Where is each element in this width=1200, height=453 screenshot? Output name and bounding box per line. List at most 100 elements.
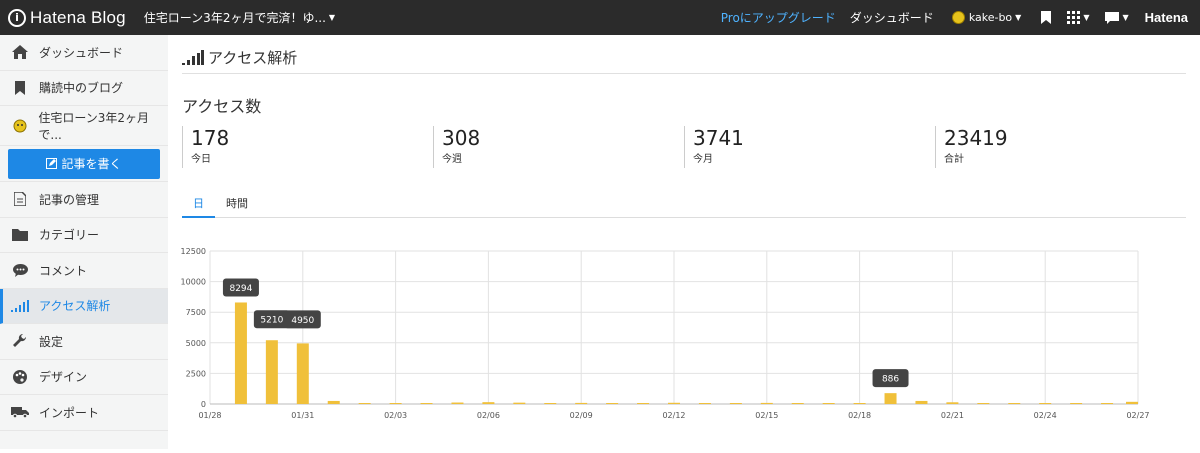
bookmark-icon (11, 80, 29, 95)
sidebar-item-label: 住宅ローン3年2ヶ月で... (38, 110, 150, 142)
chart-bar (884, 393, 897, 404)
write-article-button[interactable]: 記事を書く (8, 148, 160, 179)
chart-bar (420, 403, 433, 404)
stat-week: 308 今週 (433, 126, 684, 168)
username: kake-bo (968, 11, 1013, 24)
chart-bar (1101, 403, 1114, 404)
chart-bar (1070, 403, 1083, 404)
tab-day[interactable]: 日 (182, 191, 215, 218)
pro-upgrade-link[interactable]: Proにアップグレード (721, 9, 836, 26)
y-tick-label: 5000 (186, 339, 206, 348)
x-tick-label: 01/28 (198, 411, 221, 420)
dashboard-link[interactable]: ダッシュボード (850, 9, 934, 26)
stat-label: 今週 (442, 154, 462, 165)
x-tick-label: 01/31 (291, 411, 314, 420)
bookmark-icon[interactable] (1041, 11, 1052, 24)
stat-value: 3741 (693, 126, 744, 150)
data-label: 886 (882, 375, 899, 385)
user-menu[interactable]: kake-bo ▼ (951, 11, 1021, 24)
signal-icon (11, 299, 29, 312)
chart-bar (544, 403, 557, 404)
signal-icon (182, 50, 204, 65)
tab-hour[interactable]: 時間 (215, 191, 259, 218)
chart-bar (977, 403, 990, 404)
truck-icon (11, 406, 29, 419)
chart-bar (234, 302, 247, 404)
x-tick-label: 02/24 (1034, 411, 1057, 420)
x-tick-label: 02/12 (662, 411, 685, 420)
x-tick-label: 02/27 (1126, 411, 1149, 420)
page-title: アクセス解析 (182, 47, 297, 68)
notification-icon[interactable]: ▼ (1105, 11, 1129, 24)
comment-icon (11, 263, 29, 277)
user-avatar (951, 11, 965, 24)
sidebar-item-articles[interactable]: 記事の管理 (0, 182, 168, 218)
sidebar-item-label: 記事の管理 (39, 192, 100, 207)
apps-grid-icon[interactable]: ▼ (1067, 11, 1089, 24)
sidebar-item-label: デザイン (39, 370, 88, 385)
hatena-blog-logo[interactable]: i Hatena Blog (0, 0, 126, 35)
stat-value: 308 (442, 126, 481, 150)
stat-today: 178 今日 (182, 126, 433, 168)
document-icon (11, 192, 29, 207)
wrench-icon (11, 334, 29, 348)
chart-bar (915, 400, 928, 404)
sidebar-item-label: 購読中のブログ (39, 81, 124, 96)
chart-bar (482, 402, 495, 404)
sidebar-item-dashboard[interactable]: ダッシュボード (0, 35, 168, 71)
chart-bar (822, 403, 835, 404)
chart-bar (698, 403, 711, 404)
sidebar-item-label: アクセス解析 (39, 299, 111, 314)
chart-bar (1008, 403, 1021, 404)
x-tick-label: 02/03 (384, 411, 407, 420)
chart-bar (265, 340, 278, 404)
sidebar-item-label: コメント (39, 263, 88, 278)
sidebar-item-analytics[interactable]: アクセス解析 (0, 288, 168, 324)
chart-bar (760, 402, 773, 404)
period-tabs: 日 時間 (182, 191, 1186, 218)
hatena-blog-logo-icon: i (8, 8, 26, 27)
chart-bar (1126, 401, 1138, 404)
y-tick-label: 7500 (186, 308, 206, 317)
access-chart: 0 2500 5000 7500 10000 12500 01/28 01/31 02/03 02… (168, 240, 1200, 449)
sidebar-item-categories[interactable]: カテゴリー (0, 218, 168, 253)
chart-bar (389, 403, 402, 404)
x-tick-label: 02/18 (848, 411, 871, 420)
chart-bar (853, 403, 866, 404)
blog-selector[interactable]: 住宅ローン3年2ヶ月で完済！ゆ... ▼ (144, 9, 335, 26)
sidebar-item-comments[interactable]: コメント (0, 253, 168, 289)
section-title: アクセス数 (182, 97, 262, 116)
data-label: 5210 (260, 316, 283, 326)
x-tick-label: 02/09 (570, 411, 593, 420)
sidebar-item-subscriptions[interactable]: 購読中のブログ (0, 71, 168, 106)
page-title-text: アクセス解析 (208, 49, 298, 67)
sidebar-item-label: カテゴリー (39, 228, 100, 243)
data-label: 4950 (291, 316, 314, 326)
edit-icon (46, 158, 58, 169)
sidebar-item-label: インポート (39, 405, 100, 420)
stat-value: 23419 (944, 126, 1008, 150)
brand-name: Hatena Blog (30, 7, 126, 27)
sidebar-item-settings[interactable]: 設定 (0, 324, 168, 360)
chart-bar (637, 403, 650, 404)
sidebar-item-import[interactable]: インポート (0, 395, 168, 431)
stat-label: 今日 (191, 154, 211, 165)
sidebar-item-blog[interactable]: 住宅ローン3年2ヶ月で... (0, 106, 168, 146)
chart-bar (946, 402, 959, 404)
x-tick-label: 02/15 (755, 411, 778, 420)
access-chart-svg: 0 2500 5000 7500 10000 12500 01/28 01/31 02/03 02… (181, 247, 1150, 420)
main-content: アクセス解析 アクセス数 178 今日 308 今週 3741 今月 23419… (168, 35, 1200, 449)
blog-title: 住宅ローン3年2ヶ月で完済！ゆ... (143, 11, 326, 25)
stat-value: 178 (191, 126, 230, 150)
chart-bar (791, 403, 804, 404)
caret-down-icon: ▼ (1122, 13, 1129, 22)
sidebar-item-label: ダッシュボード (39, 45, 124, 60)
hatena-logo[interactable]: Hatena (1145, 10, 1188, 25)
chart-bar (575, 402, 588, 404)
y-tick-label: 2500 (186, 369, 206, 378)
chart-bar (1039, 403, 1052, 404)
access-stats: 178 今日 308 今週 3741 今月 23419 合計 (182, 126, 1186, 168)
chart-bar (668, 402, 680, 404)
sidebar-item-design[interactable]: デザイン (0, 360, 168, 395)
home-icon (11, 45, 29, 60)
